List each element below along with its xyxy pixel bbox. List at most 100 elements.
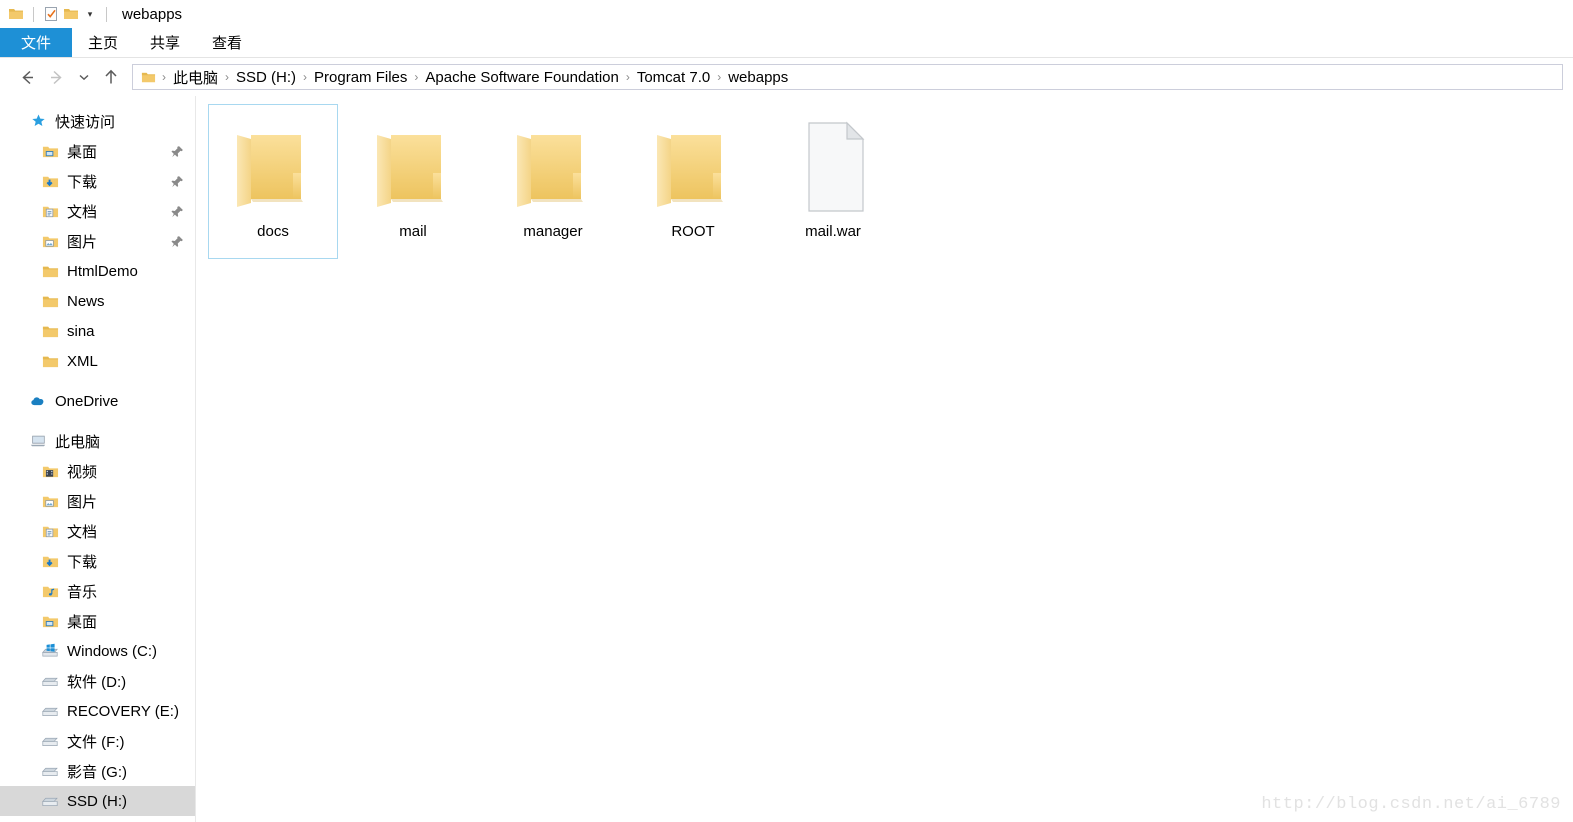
sidebar-label: 影音 (G:) [67,763,127,781]
file-item-mail[interactable]: mail [348,104,478,259]
sidebar-section-quick-access[interactable]: 快速访问 [0,106,195,136]
back-button[interactable] [12,62,42,92]
breadcrumb-item-tomcat[interactable]: Tomcat 7.0 [633,69,714,86]
folder-icon [225,117,321,217]
sidebar-item-downloads[interactable]: 下载 [0,166,195,196]
sidebar-item-htmldemo[interactable]: HtmlDemo [0,256,195,286]
window-title: webapps [122,5,183,23]
sidebar-label: 视频 [67,463,98,481]
documents-folder-icon [40,521,60,541]
sidebar-item-drive-h[interactable]: SSD (H:) [0,786,195,816]
watermark-text: http://blog.csdn.net/ai_6789 [1261,795,1561,814]
sidebar-label: XML [67,352,98,370]
file-item-label: ROOT [671,223,715,240]
sidebar-label: 文档 [67,523,98,541]
sidebar-label: 下载 [67,173,98,191]
forward-button[interactable] [42,62,72,92]
sidebar-label: SSD (H:) [67,792,127,810]
sidebar-item-pictures-pc[interactable]: 图片 [0,486,195,516]
desktop-folder-icon [40,611,60,631]
sidebar-item-desktop-pc[interactable]: 桌面 [0,606,195,636]
breadcrumb-separator: › [625,70,630,84]
sidebar-item-drive-f[interactable]: 文件 (F:) [0,726,195,756]
qat-new-folder-icon[interactable] [61,4,81,24]
sidebar-label: HtmlDemo [67,262,138,280]
drive-icon [40,761,60,781]
breadcrumb-separator: › [162,70,166,84]
folder-icon [365,117,461,217]
breadcrumb-separator: › [414,70,419,84]
windows-drive-icon [40,641,60,661]
sidebar-item-documents[interactable]: 文档 [0,196,195,226]
sidebar-section-this-pc[interactable]: 此电脑 [0,426,195,456]
sidebar-item-news[interactable]: News [0,286,195,316]
navigation-pane: 快速访问 桌面 下载 文档 图片 HtmlDemo News sina XML … [0,96,196,822]
tab-share[interactable]: 共享 [134,28,196,57]
sidebar-label: 图片 [67,233,98,251]
pictures-folder-icon [40,491,60,511]
breadcrumb-separator: › [225,70,230,84]
sidebar-section-onedrive[interactable]: OneDrive [0,386,195,416]
music-folder-icon [40,581,60,601]
sidebar-label: RECOVERY (E:) [67,702,179,720]
tab-file[interactable]: 文件 [0,28,72,57]
folder-icon [40,351,60,371]
folder-icon [40,291,60,311]
generic-file-icon [785,117,881,217]
pin-icon[interactable] [167,175,187,188]
tab-home[interactable]: 主页 [72,28,134,57]
qat-divider-2 [106,6,107,22]
customize-qat-caret-icon[interactable]: ▾ [81,5,99,23]
breadcrumb-separator: › [717,70,722,84]
sidebar-label: 快速访问 [55,113,116,131]
desktop-folder-icon [40,141,60,161]
qat-properties-icon[interactable] [41,4,61,24]
sidebar-label: 图片 [67,493,98,511]
address-toolbar: › 此电脑 › SSD (H:) › Program Files › Apach… [0,58,1573,96]
sidebar-label: 此电脑 [55,433,101,451]
sidebar-item-desktop[interactable]: 桌面 [0,136,195,166]
breadcrumb-item-ssd-h[interactable]: SSD (H:) [232,69,300,86]
sidebar-item-videos[interactable]: 视频 [0,456,195,486]
file-grid: docs mail manager ROOT mail.war [208,104,1573,259]
breadcrumb-separator: › [303,70,308,84]
recent-locations-chevron-down-icon[interactable] [72,62,96,92]
file-list-pane[interactable]: docs mail manager ROOT mail.war [196,96,1573,822]
sidebar-item-xml[interactable]: XML [0,346,195,376]
address-bar[interactable]: › 此电脑 › SSD (H:) › Program Files › Apach… [132,64,1563,90]
file-item-docs[interactable]: docs [208,104,338,259]
breadcrumb-item-webapps[interactable]: webapps [724,69,792,86]
sidebar-label: OneDrive [55,392,119,410]
qat-folder-icon[interactable] [6,4,26,24]
sidebar-item-drive-g[interactable]: 影音 (G:) [0,756,195,786]
sidebar-item-drive-e[interactable]: RECOVERY (E:) [0,696,195,726]
file-item-root[interactable]: ROOT [628,104,758,259]
sidebar-item-windows-c[interactable]: Windows (C:) [0,636,195,666]
sidebar-item-sina[interactable]: sina [0,316,195,346]
sidebar-item-documents-pc[interactable]: 文档 [0,516,195,546]
sidebar-label: News [67,292,105,310]
downloads-folder-icon [40,551,60,571]
breadcrumb-item-program-files[interactable]: Program Files [310,69,411,86]
main-area: 快速访问 桌面 下载 文档 图片 HtmlDemo News sina XML … [0,96,1573,822]
file-item-manager[interactable]: manager [488,104,618,259]
sidebar-label: 文档 [67,203,98,221]
pin-icon[interactable] [167,205,187,218]
pin-icon[interactable] [167,145,187,158]
sidebar-item-downloads-pc[interactable]: 下载 [0,546,195,576]
pin-icon[interactable] [167,235,187,248]
sidebar-item-drive-d[interactable]: 软件 (D:) [0,666,195,696]
sidebar-item-pictures[interactable]: 图片 [0,226,195,256]
sidebar-item-music[interactable]: 音乐 [0,576,195,606]
drive-icon [40,671,60,691]
up-button[interactable] [96,62,126,92]
breadcrumb-item-this-pc[interactable]: 此电脑 [169,67,222,88]
drive-icon [40,731,60,751]
documents-folder-icon [40,201,60,221]
folder-icon [645,117,741,217]
file-item-mail-war[interactable]: mail.war [768,104,898,259]
tab-view[interactable]: 查看 [196,28,258,57]
breadcrumb-item-apache-software-foundation[interactable]: Apache Software Foundation [421,69,622,86]
